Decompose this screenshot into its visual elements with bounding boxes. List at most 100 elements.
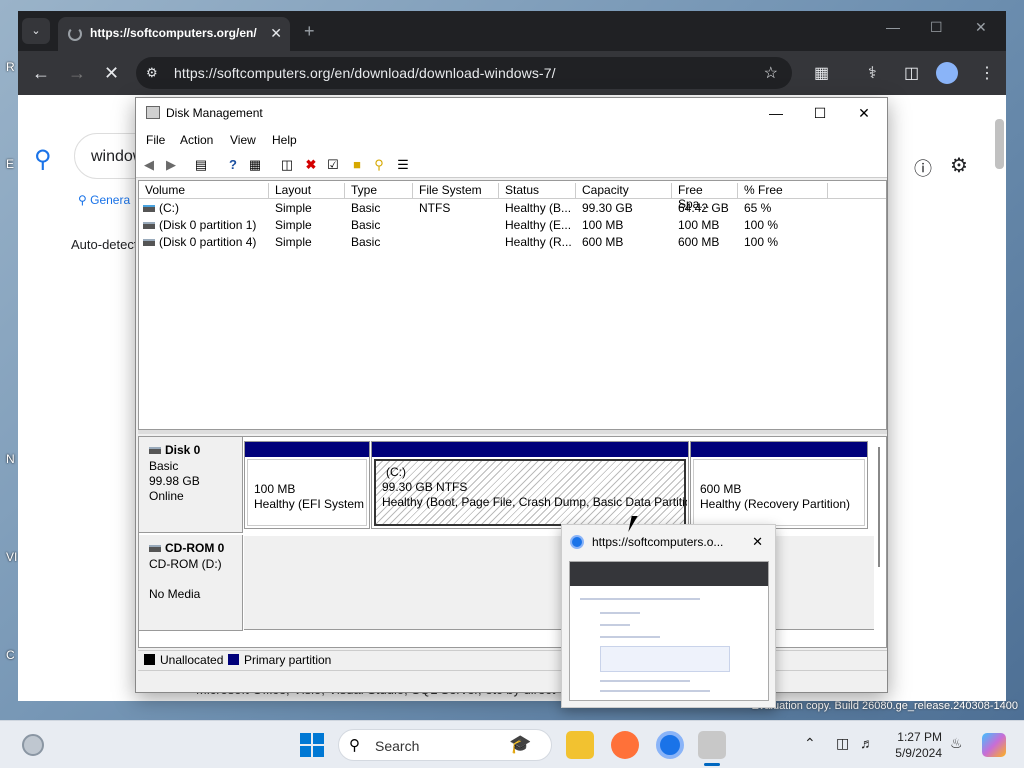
menu-view[interactable]: View: [230, 133, 256, 147]
volume-cell: (Disk 0 partition 4): [143, 235, 267, 249]
scrollbar-thumb[interactable]: [995, 119, 1004, 169]
close-window-button[interactable]: ✕: [975, 19, 987, 36]
chevron-up-icon[interactable]: ⌃: [804, 735, 816, 752]
disk-0-label[interactable]: Disk 0 Basic 99.98 GB Online: [139, 437, 243, 533]
capacity-cell: 600 MB: [582, 235, 624, 249]
menu-help[interactable]: Help: [272, 133, 297, 147]
open-folder-icon[interactable]: ■: [348, 156, 366, 174]
col-header-status[interactable]: Status: [499, 183, 576, 199]
cdrom-media: No Media: [149, 587, 201, 601]
chrome-icon[interactable]: [656, 731, 684, 759]
percent-free-cell: 100 %: [744, 218, 779, 232]
desktop-icon-label[interactable]: C: [6, 648, 15, 662]
delete-icon[interactable]: ✖: [302, 156, 320, 174]
partition-c[interactable]: (C:) 99.30 GB NTFS Healthy (Boot, Page F…: [371, 441, 689, 529]
search-folder-icon[interactable]: ⚲: [370, 156, 388, 174]
volume-list[interactable]: Volume Layout Type File System Status Ca…: [138, 180, 887, 430]
layout-cell: Simple: [275, 218, 312, 232]
partition-body: 600 MB Healthy (Recovery Partition): [693, 459, 865, 526]
desktop-icon-label[interactable]: R: [6, 60, 15, 74]
start-button[interactable]: [300, 733, 324, 757]
notification-bell-icon[interactable]: ♨: [950, 735, 963, 752]
volume-row[interactable]: (C:) Simple Basic NTFS Healthy (B... 99.…: [139, 200, 886, 217]
bookmark-star-icon[interactable]: ☆: [764, 63, 778, 83]
side-panel-icon[interactable]: ◫: [904, 63, 919, 83]
desktop-icon-label[interactable]: E: [6, 157, 14, 171]
tab-general[interactable]: ⚲ Genera: [78, 193, 130, 207]
partition-efi[interactable]: 100 MB Healthy (EFI System P: [244, 441, 370, 529]
col-header-capacity[interactable]: Capacity: [576, 183, 672, 199]
site-info-icon[interactable]: ⚙: [146, 65, 158, 81]
network-icon[interactable]: ◫: [836, 735, 849, 752]
volume-row[interactable]: (Disk 0 partition 4) Simple Basic Health…: [139, 234, 886, 251]
primary-swatch: [228, 654, 239, 665]
close-tab-icon[interactable]: ✕: [270, 25, 282, 42]
forward-button[interactable]: →: [68, 63, 86, 84]
partition-body: 100 MB Healthy (EFI System P: [247, 459, 367, 526]
col-header-type[interactable]: Type: [345, 183, 413, 199]
forward-icon[interactable]: ▶: [162, 156, 180, 174]
back-icon[interactable]: ◀: [140, 156, 158, 174]
cdrom-0-label[interactable]: CD-ROM 0 CD-ROM (D:) No Media: [139, 535, 243, 631]
connect-drive-icon[interactable]: ◫: [278, 156, 296, 174]
page-scrollbar[interactable]: [994, 99, 1004, 699]
col-header-volume[interactable]: Volume: [139, 183, 269, 199]
col-header-file-system[interactable]: File System: [413, 183, 499, 199]
dm-close-button[interactable]: ✕: [844, 102, 884, 124]
stop-button[interactable]: ✕: [104, 63, 119, 84]
help-icon[interactable]: ?: [224, 156, 242, 174]
volume-cell: (Disk 0 partition 1): [143, 218, 267, 232]
desktop-icon-label[interactable]: VI: [6, 550, 17, 564]
address-bar[interactable]: ⚙ https://softcomputers.org/en/download/…: [136, 57, 792, 89]
info-icon[interactable]: ⓘ: [914, 155, 932, 181]
clock-time: 1:27 PM: [897, 730, 942, 744]
col-header-free-space[interactable]: Free Spa...: [672, 183, 738, 211]
more-menu-icon[interactable]: ⋮: [979, 63, 995, 83]
browser-tab[interactable]: https://softcomputers.org/en/ ✕: [58, 17, 290, 51]
taskbar-search[interactable]: ⚲ Search 🎓: [338, 729, 552, 761]
labs-flask-icon[interactable]: ⚕: [868, 63, 877, 83]
preview-thumbnail[interactable]: [569, 561, 769, 701]
clock[interactable]: 1:27 PM 5/9/2024: [886, 729, 942, 761]
taskbar-window-preview[interactable]: https://softcomputers.o... ✕: [561, 524, 776, 708]
checklist-icon[interactable]: ☑: [324, 156, 342, 174]
file-explorer-icon[interactable]: [566, 731, 594, 759]
disk-view-scrollbar[interactable]: [878, 447, 880, 567]
back-button[interactable]: ←: [32, 63, 50, 84]
disk-management-taskbar-icon[interactable]: [698, 731, 726, 759]
maximize-button[interactable]: ☐: [930, 19, 943, 36]
properties-icon[interactable]: ▦: [246, 156, 264, 174]
thumbnail-line: [600, 624, 630, 626]
pane-splitter[interactable]: [138, 430, 887, 434]
volume-name: (Disk 0 partition 4): [159, 235, 257, 249]
new-tab-button[interactable]: +: [304, 21, 315, 42]
windows-logo-tile: [300, 746, 311, 757]
dm-maximize-button[interactable]: ☐: [800, 102, 840, 124]
copilot-icon[interactable]: [982, 733, 1006, 757]
volume-row[interactable]: (Disk 0 partition 1) Simple Basic Health…: [139, 217, 886, 234]
preview-close-icon[interactable]: ✕: [752, 534, 763, 550]
col-header-layout[interactable]: Layout: [269, 183, 345, 199]
extensions-icon[interactable]: ▦: [814, 63, 829, 83]
menu-file[interactable]: File: [146, 133, 165, 147]
widgets-icon[interactable]: [22, 734, 44, 756]
search-icon[interactable]: ⚲: [34, 145, 52, 174]
menu-action[interactable]: Action: [180, 133, 213, 147]
gear-icon[interactable]: ⚙: [950, 153, 968, 178]
capacity-cell: 100 MB: [582, 218, 624, 232]
minimize-button[interactable]: —: [886, 19, 900, 35]
tab-search-button[interactable]: ⌄: [22, 18, 50, 44]
partition-recovery[interactable]: 600 MB Healthy (Recovery Partition): [690, 441, 868, 529]
profile-avatar[interactable]: [936, 62, 958, 84]
windows-logo-tile: [300, 733, 311, 744]
show-hide-console-tree-icon[interactable]: ▤: [192, 156, 210, 174]
firefox-icon[interactable]: [611, 731, 639, 759]
autodetect-text: Auto-detect: [71, 237, 138, 252]
unallocated-swatch: [144, 654, 155, 665]
volume-icon[interactable]: ♬: [860, 735, 874, 751]
dm-minimize-button[interactable]: —: [756, 102, 796, 124]
dm-titlebar[interactable]: Disk Management — ☐ ✕: [136, 98, 887, 128]
desktop-icon-label[interactable]: N: [6, 452, 15, 466]
col-header-percent-free[interactable]: % Free: [738, 183, 828, 199]
list-view-icon[interactable]: ☰: [394, 156, 412, 174]
